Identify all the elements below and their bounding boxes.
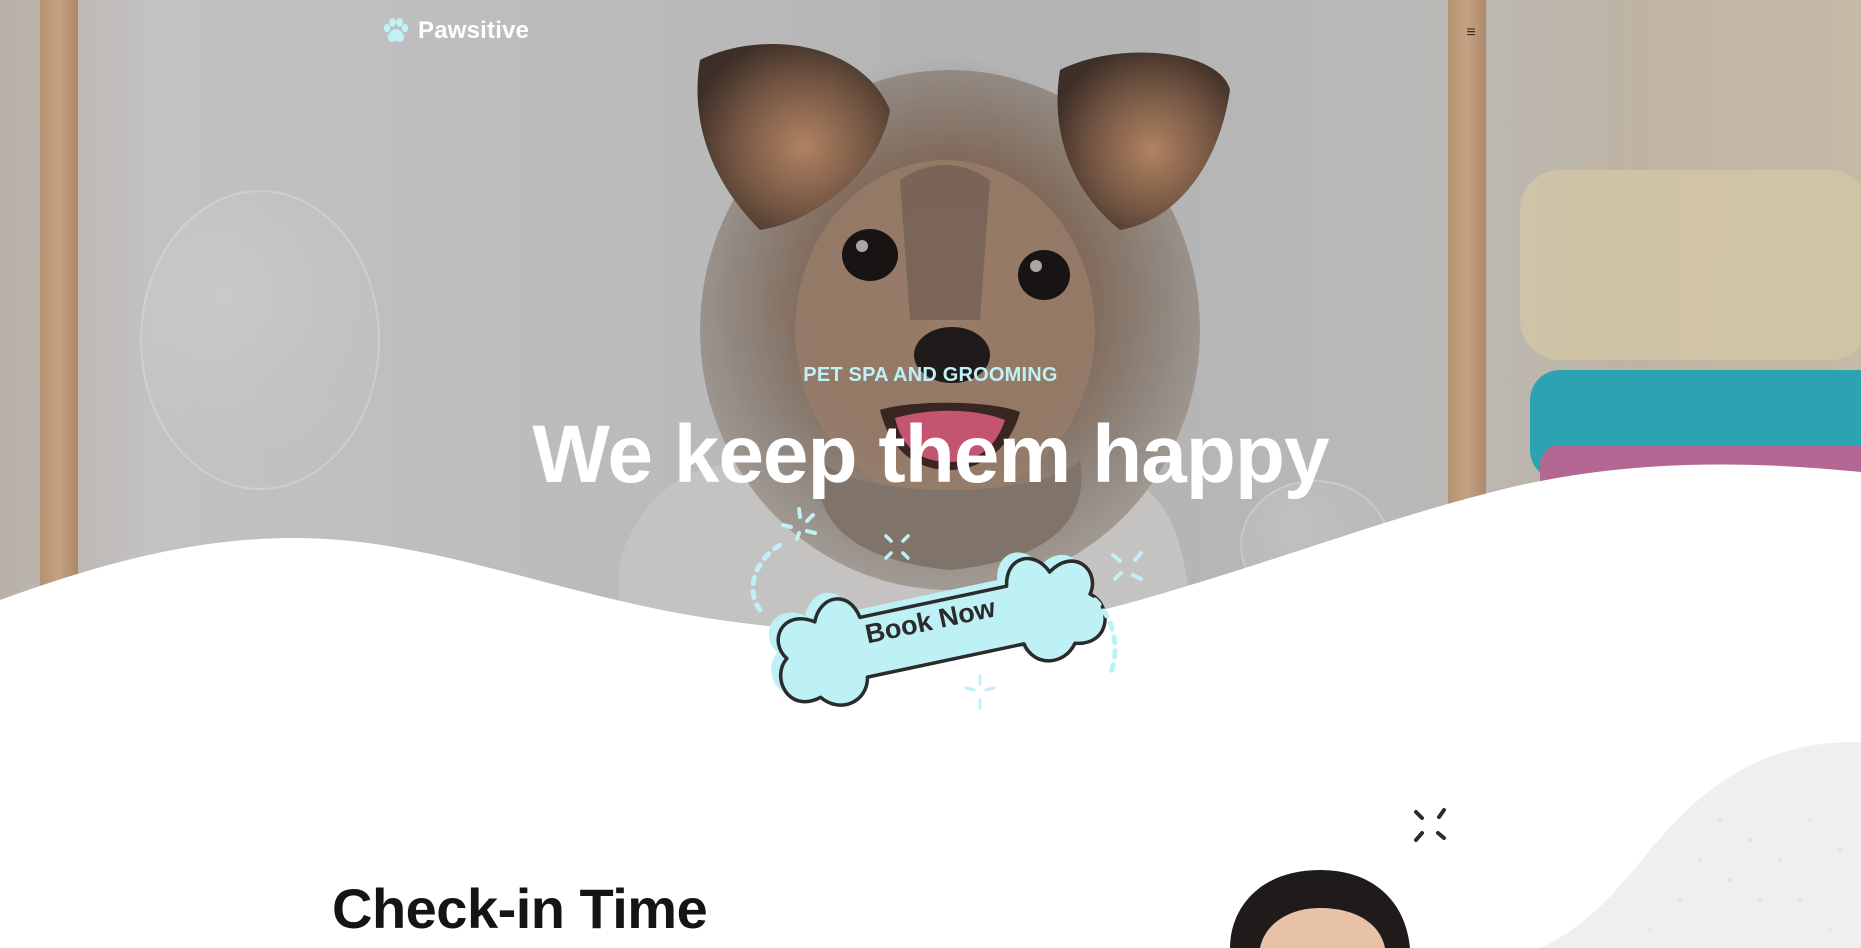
sparkle-icon (1111, 551, 1143, 581)
brand-name: Pawsitive (418, 17, 530, 44)
sparkle-icon (964, 674, 996, 710)
person-photo (1230, 870, 1410, 948)
checkin-title: Check-in Time (332, 877, 708, 940)
sparkle-icon (781, 507, 817, 541)
paw-icon (383, 18, 409, 42)
brand-logo[interactable]: Pawsitive (380, 16, 529, 46)
sparkle-icon (884, 534, 910, 560)
hero-headline: We keep them happy (532, 409, 1329, 500)
sparkle-icon (1414, 808, 1446, 842)
hamburger-menu-icon[interactable]: ≡ (1458, 22, 1484, 44)
hero-eyebrow: PET SPA AND GROOMING (803, 364, 1058, 386)
